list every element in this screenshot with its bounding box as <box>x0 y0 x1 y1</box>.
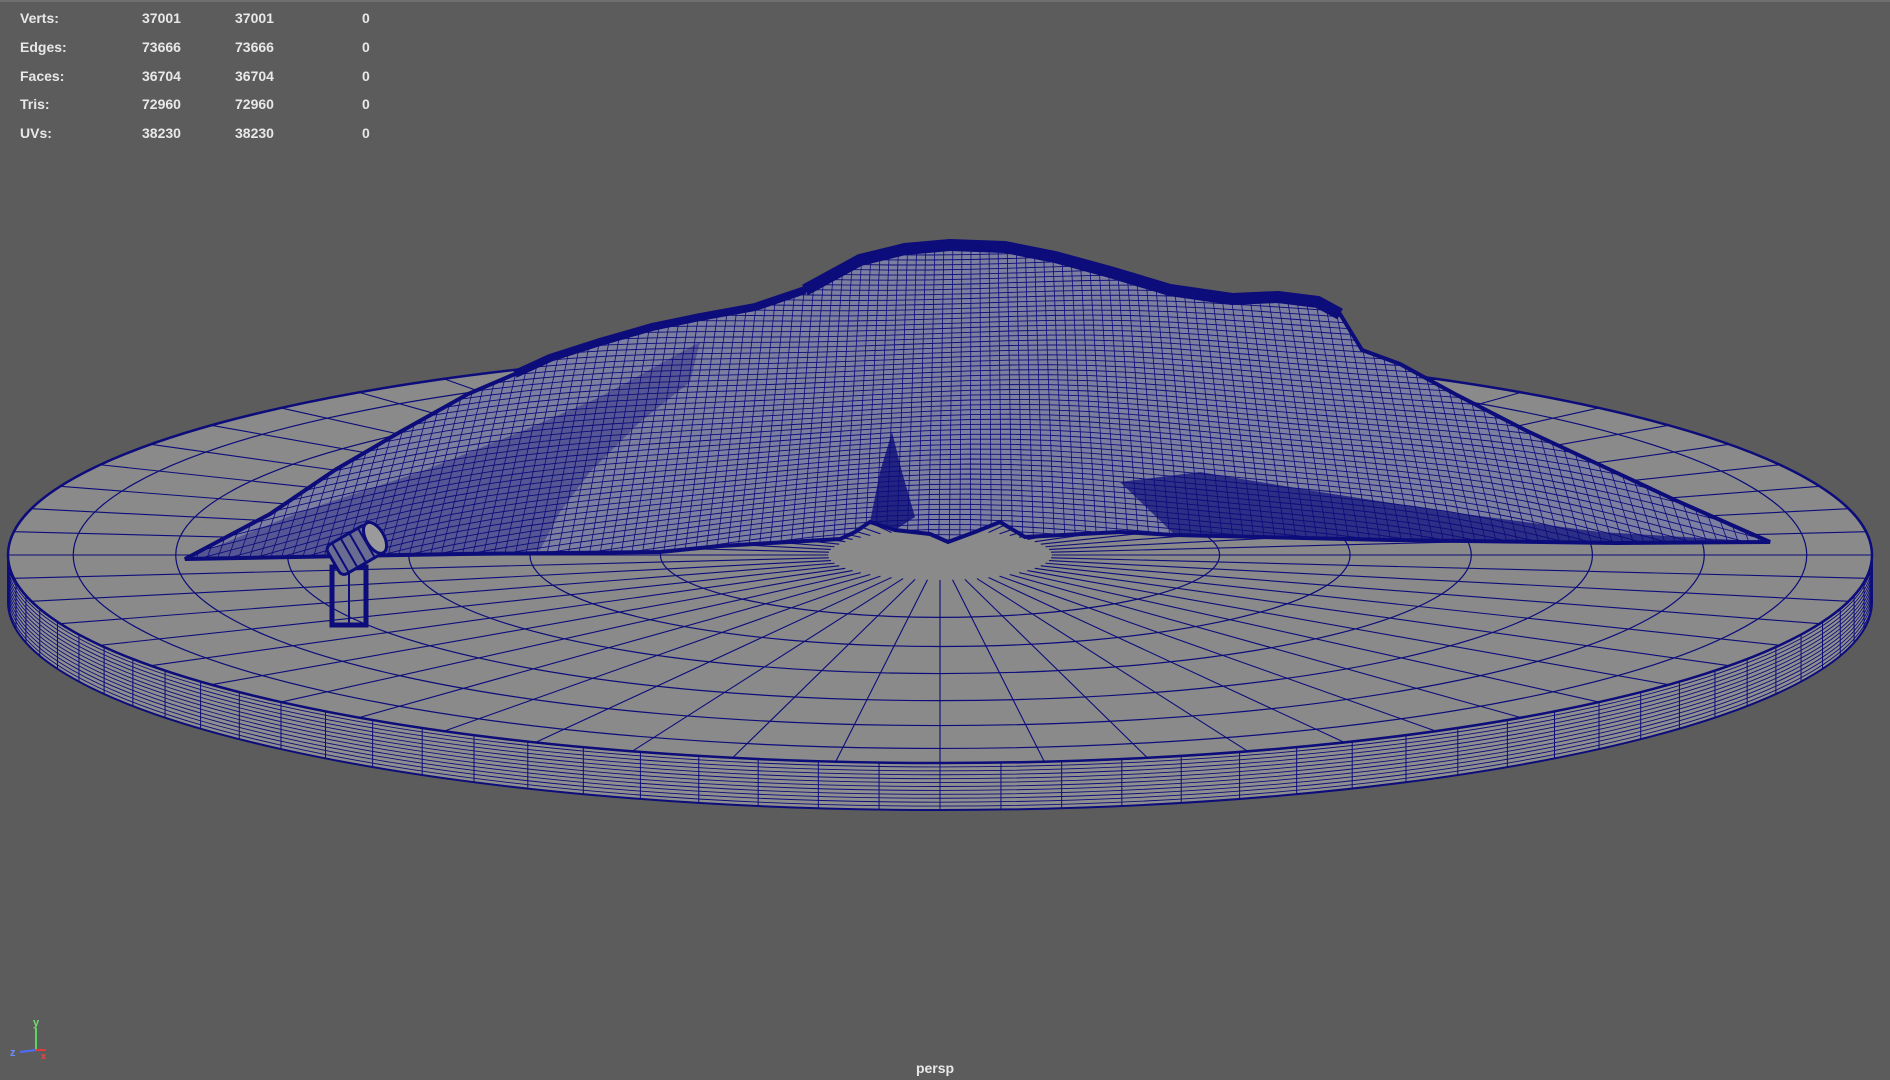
hud-label: UVs: <box>20 125 52 142</box>
camera-name-label: persp <box>915 1060 955 1076</box>
hud-v2: 38230 <box>235 125 274 142</box>
hud-v3: 0 <box>362 38 370 55</box>
perspective-viewport[interactable]: Verts: 37001 37001 0 Edges: 73666 73666 0 Faces:… <box>0 0 1890 1080</box>
hud-v2: 37001 <box>235 10 274 26</box>
hud-v1: 37001 <box>142 10 181 26</box>
hud-label: Tris: <box>20 96 50 113</box>
hud-v3: 0 <box>362 67 370 84</box>
poly-count-hud: Verts: 37001 37001 0 Edges: 73666 73666 0 Faces:… <box>20 4 380 148</box>
wireframe-scene[interactable] <box>0 2 1890 1080</box>
hud-label: Edges: <box>20 38 67 55</box>
hud-row-uvs: UVs: 38230 38230 0 <box>20 119 380 148</box>
hud-label: Faces: <box>20 67 65 84</box>
hud-v2: 73666 <box>235 38 274 55</box>
axis-y-label: y <box>33 1017 40 1029</box>
hud-v2: 36704 <box>235 67 274 84</box>
hud-row-tris: Tris: 72960 72960 0 <box>20 90 380 119</box>
hud-v1: 73666 <box>142 38 181 55</box>
hud-v3: 0 <box>362 125 370 142</box>
hud-v3: 0 <box>362 96 370 113</box>
hud-label: Verts: <box>20 10 59 26</box>
hud-v1: 36704 <box>142 67 181 84</box>
axis-z-line <box>19 1049 37 1053</box>
axis-gizmo: y z x <box>10 1017 46 1060</box>
hud-v1: 38230 <box>142 125 181 142</box>
hud-row-edges: Edges: 73666 73666 0 <box>20 33 380 62</box>
hud-row-faces: Faces: 36704 36704 0 <box>20 62 380 91</box>
axis-z-label: z <box>10 1047 16 1059</box>
hud-v3: 0 <box>362 10 370 26</box>
hud-v1: 72960 <box>142 96 181 113</box>
cloth-row <box>170 234 1770 240</box>
axis-x-label: x <box>41 1051 46 1060</box>
hud-row-verts: Verts: 37001 37001 0 <box>20 4 380 33</box>
hud-v2: 72960 <box>235 96 274 113</box>
